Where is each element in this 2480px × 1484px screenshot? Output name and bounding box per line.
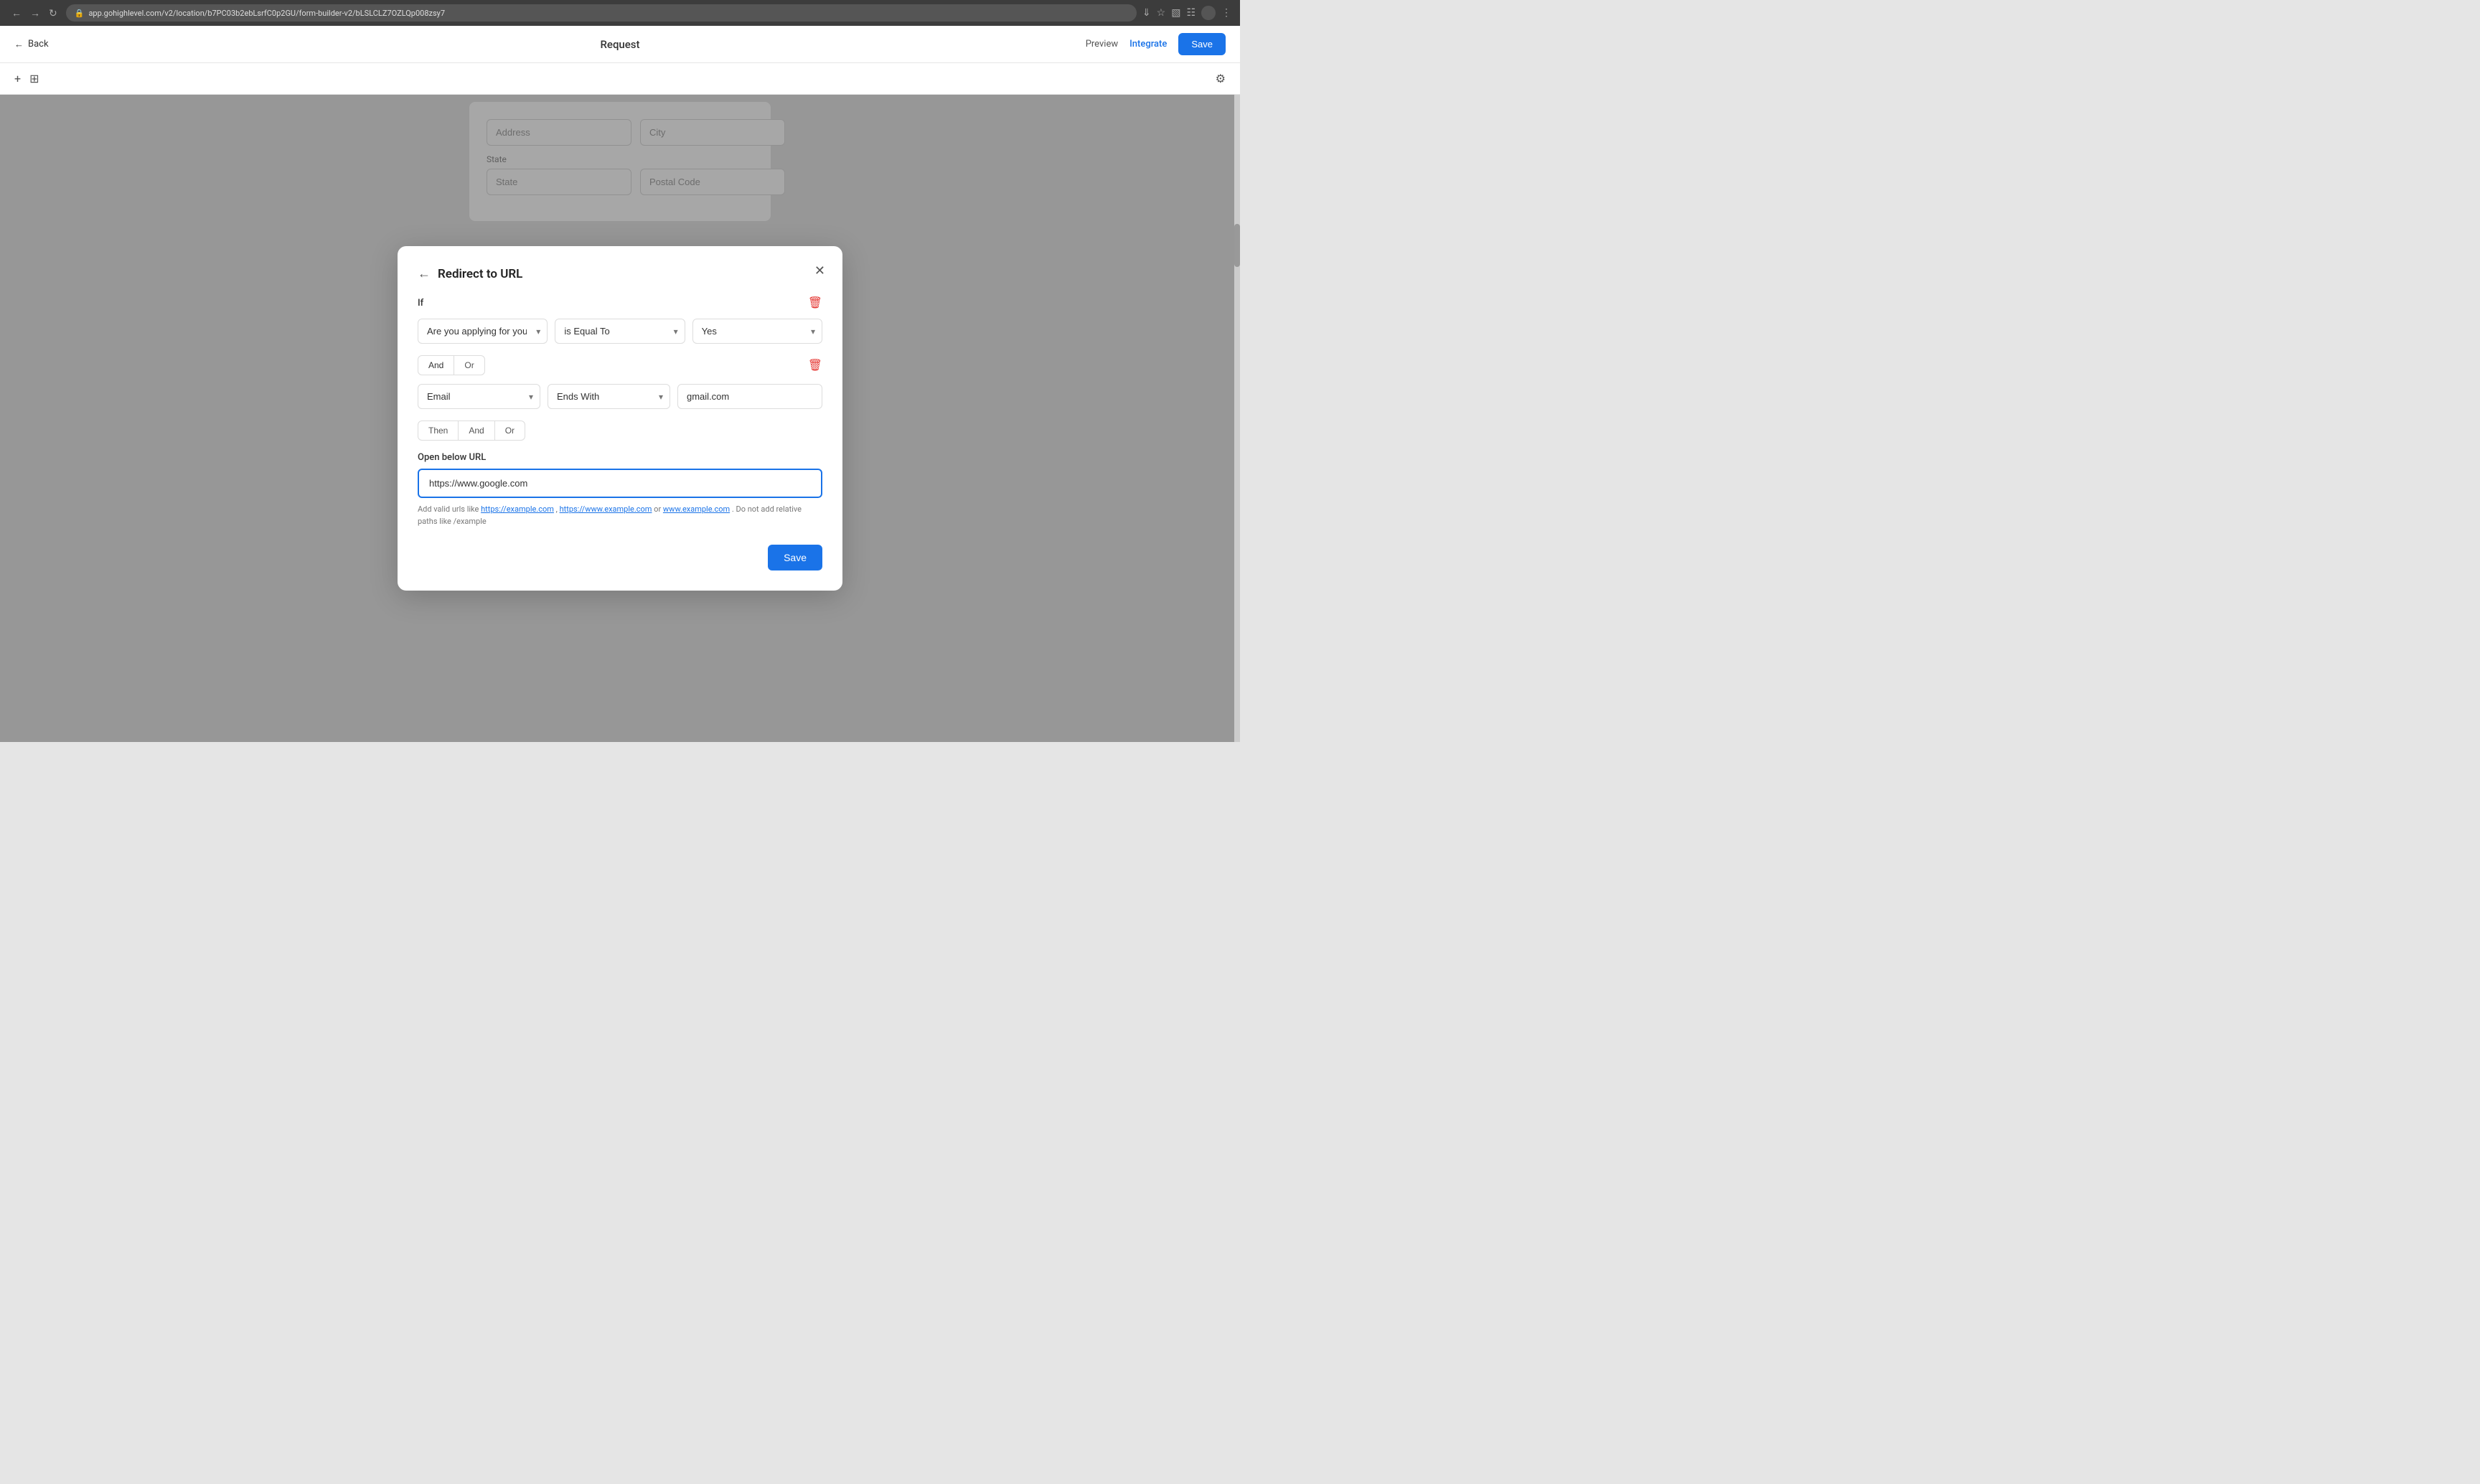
value-input-2[interactable] <box>677 384 822 409</box>
app-header: ← Back Request Preview Integrate Save <box>0 26 1240 63</box>
then-row: Then And Or <box>418 421 822 441</box>
back-arrow-icon: ← <box>14 39 24 50</box>
nav-buttons[interactable]: ← → ↻ <box>9 6 60 21</box>
field-select-2[interactable]: Email <box>418 384 540 409</box>
redirect-url-modal: ← Redirect to URL ✕ If 🗑 Are you applyin… <box>398 246 842 591</box>
preview-button[interactable]: Preview <box>1086 39 1118 50</box>
condition-row-1: Are you applying for yourself? is Equal … <box>418 319 822 344</box>
field-select-1[interactable]: Are you applying for yourself? <box>418 319 548 344</box>
then-or-button[interactable]: Or <box>495 421 525 441</box>
url-hint-prefix: Add valid urls like <box>418 504 481 514</box>
if-section-header: If 🗑 <box>418 296 822 310</box>
operator-select-wrapper-1: is Equal To <box>555 319 685 344</box>
if-label: If <box>418 298 423 309</box>
scrollbar[interactable] <box>1234 95 1240 742</box>
url-input[interactable] <box>418 469 822 498</box>
url-text: app.gohighlevel.com/v2/location/b7PC03b2… <box>88 9 445 18</box>
url-hint-link2[interactable]: https://www.example.com <box>560 504 652 514</box>
condition2-delete-button[interactable]: 🗑 <box>808 358 822 372</box>
condition-row-2: Email Ends With <box>418 384 822 409</box>
and-button-1[interactable]: And <box>418 355 454 375</box>
operator-select-wrapper-2: Ends With <box>548 384 670 409</box>
url-hint: Add valid urls like https://example.com … <box>418 504 822 527</box>
or-button-1[interactable]: Or <box>454 355 484 375</box>
modal-close-button[interactable]: ✕ <box>814 263 825 278</box>
settings-icon[interactable]: ⚙ <box>1216 72 1226 85</box>
modal-footer: Save <box>418 545 822 570</box>
field-select-wrapper-2: Email <box>418 384 540 409</box>
modal-header: ← Redirect to URL <box>418 266 822 281</box>
add-element-icon[interactable]: + <box>14 72 21 85</box>
url-section-label: Open below URL <box>418 452 822 463</box>
integrate-button[interactable]: Integrate <box>1129 39 1167 50</box>
header-actions: Preview Integrate Save <box>1086 33 1226 55</box>
star-icon[interactable]: ☆ <box>1157 7 1166 19</box>
header-save-button[interactable]: Save <box>1178 33 1226 55</box>
layout-icon[interactable]: ⊞ <box>29 72 39 85</box>
extension-icon[interactable]: ▧ <box>1171 7 1180 19</box>
url-section: Open below URL Add valid urls like https… <box>418 452 822 527</box>
then-and-button[interactable]: And <box>459 421 494 441</box>
download-icon[interactable]: ⇓ <box>1142 7 1151 19</box>
url-hint-link1[interactable]: https://example.com <box>481 504 554 514</box>
menu-icon[interactable]: ⋮ <box>1221 7 1231 19</box>
grid-icon[interactable]: ☷ <box>1186 7 1196 19</box>
avatar[interactable] <box>1201 6 1216 20</box>
back-nav-button[interactable]: ← <box>9 6 24 21</box>
logic-buttons-1: And Or <box>418 355 485 375</box>
modal-back-button[interactable]: ← <box>418 266 431 281</box>
address-bar[interactable]: 🔒 app.gohighlevel.com/v2/location/b7PC03… <box>66 4 1137 22</box>
field-select-wrapper-1: Are you applying for yourself? <box>418 319 548 344</box>
page-title: Request <box>600 38 639 51</box>
if-delete-button[interactable]: 🗑 <box>808 296 822 310</box>
modal-title: Redirect to URL <box>438 267 522 281</box>
reload-button[interactable]: ↻ <box>46 6 60 21</box>
main-area: State ← Redirect to URL ✕ If 🗑 <box>0 95 1240 742</box>
url-hint-link3[interactable]: www.example.com <box>663 504 730 514</box>
back-button[interactable]: ← Back <box>14 39 49 50</box>
browser-actions: ⇓ ☆ ▧ ☷ ⋮ <box>1142 6 1231 20</box>
then-button[interactable]: Then <box>418 421 459 441</box>
scrollbar-thumb[interactable] <box>1234 224 1240 267</box>
value-select-wrapper-1: Yes <box>692 319 822 344</box>
url-hint-sep2: or <box>654 504 663 514</box>
browser-chrome: ← → ↻ 🔒 app.gohighlevel.com/v2/location/… <box>0 0 1240 26</box>
logic-row-1: And Or 🗑 <box>418 355 822 375</box>
modal-overlay[interactable]: ← Redirect to URL ✕ If 🗑 Are you applyin… <box>0 95 1240 742</box>
operator-select-1[interactable]: is Equal To <box>555 319 685 344</box>
operator-select-2[interactable]: Ends With <box>548 384 670 409</box>
value-select-1[interactable]: Yes <box>692 319 822 344</box>
modal-save-button[interactable]: Save <box>768 545 822 570</box>
forward-nav-button[interactable]: → <box>27 6 43 21</box>
toolbar: + ⊞ ⚙ <box>0 63 1240 95</box>
back-label: Back <box>28 39 49 50</box>
